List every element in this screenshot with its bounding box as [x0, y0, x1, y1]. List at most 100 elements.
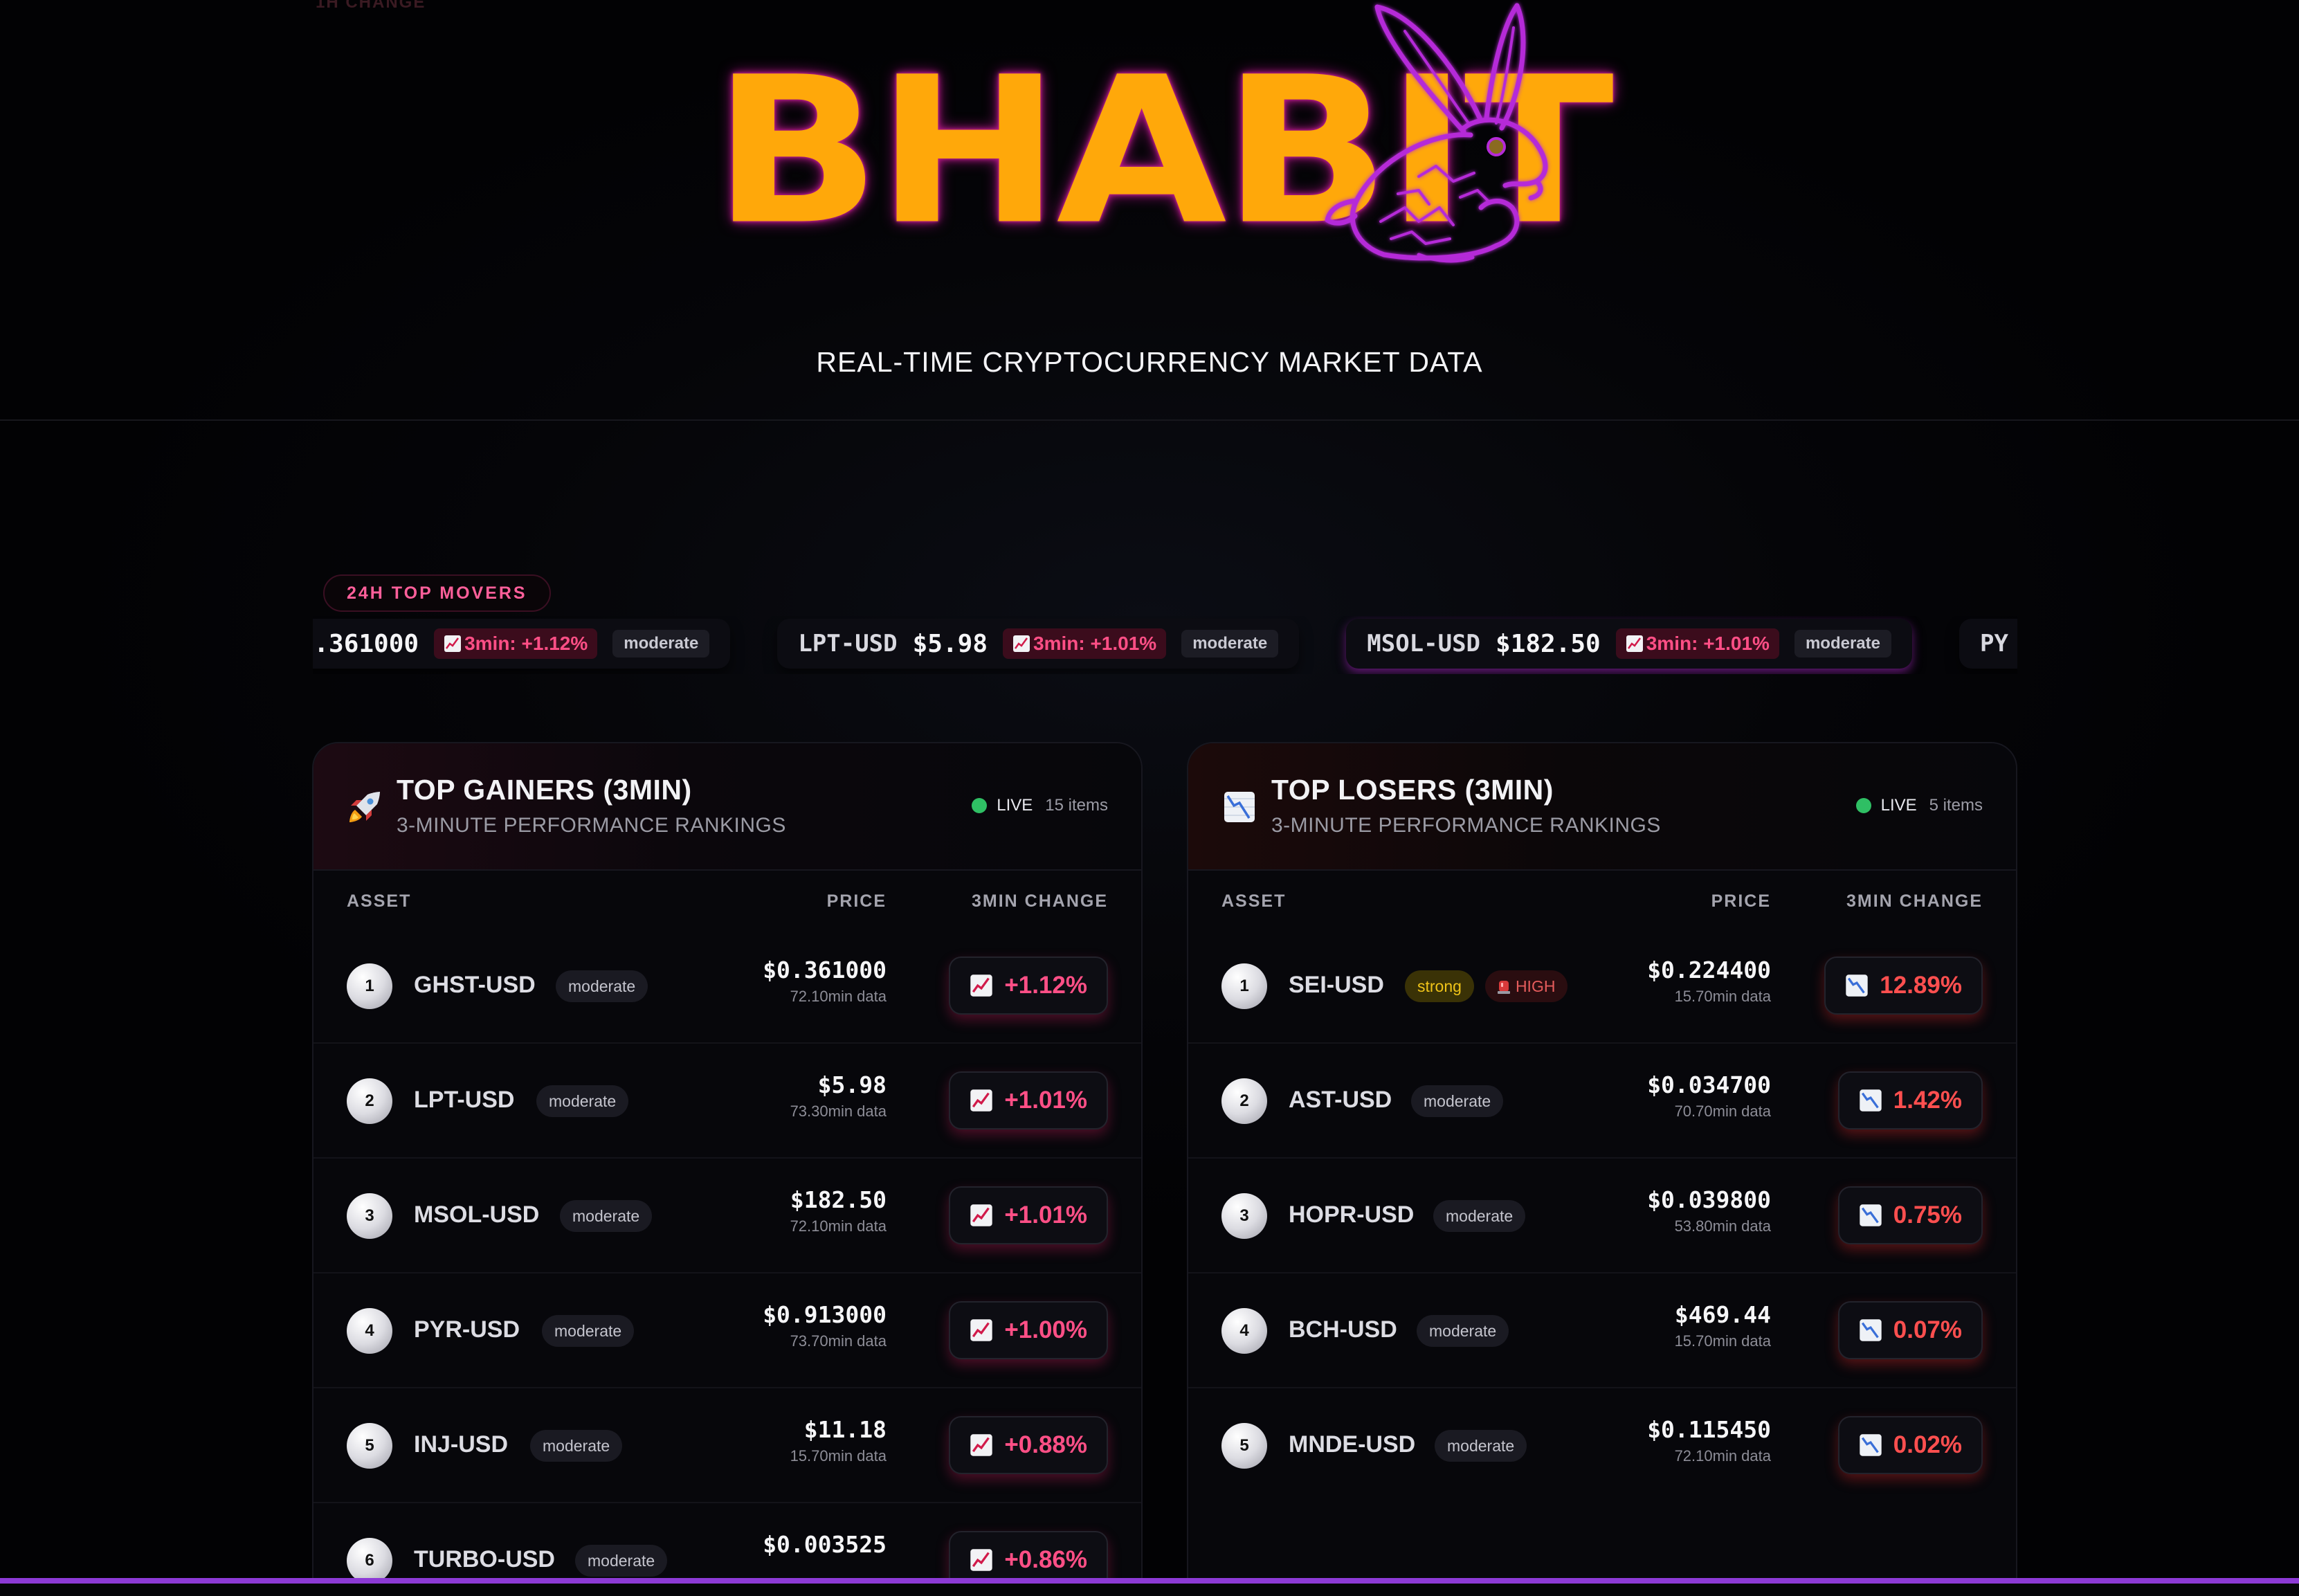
chart-up-icon [970, 1549, 993, 1571]
column-header-asset: ASSET [347, 891, 412, 911]
ticker-card[interactable]: LPT-USD $5.98 3min: +1.01% moderate [777, 619, 1300, 669]
price-block: $0.115450 72.10min data [1647, 1416, 1771, 1465]
chart-up-icon [970, 1204, 993, 1226]
strength-badge: moderate [1435, 1430, 1527, 1462]
strength-badge: moderate [1433, 1200, 1526, 1232]
change-value: +1.01% [1004, 1087, 1087, 1114]
price-value: $0.224400 [1647, 956, 1771, 983]
ticker-badge: moderate [612, 630, 710, 658]
price-value: $182.50 [790, 1186, 887, 1213]
table-row[interactable]: 4 BCH-USD moderate $469.44 15.70min data… [1188, 1273, 2016, 1388]
data-window: 53.80min data [1674, 1217, 1771, 1235]
table-row[interactable]: 2 AST-USD moderate $0.034700 70.70min da… [1188, 1044, 2016, 1159]
table-row[interactable]: 4 PYR-USD moderate $0.913000 73.70min da… [314, 1273, 1141, 1388]
ticker-price: $0.361000 [313, 629, 419, 658]
table-row[interactable]: 1 GHST-USD moderate $0.361000 72.10min d… [314, 929, 1141, 1044]
table-row[interactable]: 2 LPT-USD moderate $5.98 73.30min data +… [314, 1044, 1141, 1159]
price-value: $0.039800 [1647, 1186, 1771, 1213]
badge-group: moderate [560, 1200, 653, 1232]
data-window: 15.70min data [1674, 988, 1771, 1005]
badge-group: moderate [1417, 1315, 1509, 1347]
ticker-price: $5.98 [912, 629, 988, 658]
strength-badge: moderate [1411, 1085, 1504, 1117]
table-row[interactable]: 1 SEI-USD strong HIGH $0.224400 15.70min… [1188, 929, 2016, 1044]
live-dot-icon [1855, 798, 1871, 813]
data-window: 73.70min data [790, 1332, 887, 1350]
change-value: +1.01% [1004, 1201, 1087, 1228]
movers-ticker[interactable]: $0.361000 3min: +1.12% moderate LPT-USD … [313, 616, 2017, 674]
rank-badge: 3 [1221, 1193, 1267, 1239]
ghost-column-label: 1H CHANGE [316, 0, 426, 12]
panel-subtitle: 3-MINUTE PERFORMANCE RANKINGS [1271, 814, 1661, 837]
price-value: $5.98 [817, 1071, 887, 1098]
strength-badge: strong [1405, 970, 1474, 1002]
ticker-track: $0.361000 3min: +1.12% moderate LPT-USD … [313, 619, 2017, 669]
ticker-badge: moderate [1181, 630, 1279, 658]
top-gainers-panel: TOP GAINERS (3MIN) 3-MINUTE PERFORMANCE … [312, 742, 1143, 1596]
panel-subtitle: 3-MINUTE PERFORMANCE RANKINGS [397, 814, 786, 837]
rocket-icon [349, 792, 380, 822]
asset-symbol: PYR-USD [414, 1316, 520, 1343]
ticker-symbol: MSOL-USD [1367, 630, 1481, 658]
live-label: LIVE [997, 796, 1033, 815]
change-value: +0.88% [1004, 1431, 1087, 1458]
column-header-price: PRICE [826, 891, 887, 911]
asset-symbol: GHST-USD [414, 972, 536, 998]
price-value: $0.913000 [763, 1301, 887, 1328]
change-chip: +1.00% [949, 1301, 1108, 1359]
data-window: 15.70min data [1674, 1332, 1771, 1350]
ticker-change-value: 3min: +1.12% [464, 633, 588, 654]
panel-title: TOP GAINERS (3MIN) [397, 774, 692, 806]
price-block: $182.50 72.10min data [790, 1186, 887, 1235]
gainers-table: 1 GHST-USD moderate $0.361000 72.10min d… [314, 929, 1141, 1596]
rank-badge: 5 [1221, 1423, 1267, 1469]
asset-symbol: INJ-USD [414, 1431, 509, 1458]
strength-badge: moderate [542, 1315, 635, 1347]
rank-badge: 4 [1221, 1308, 1267, 1354]
asset-symbol: BCH-USD [1289, 1316, 1397, 1343]
price-block: $0.039800 53.80min data [1647, 1186, 1771, 1235]
badge-group: moderate [530, 1430, 623, 1462]
asset-symbol: MNDE-USD [1289, 1431, 1416, 1458]
strength-badge: moderate [530, 1430, 623, 1462]
strength-badge: moderate [536, 1085, 629, 1117]
ticker-card[interactable]: $0.361000 3min: +1.12% moderate [313, 619, 731, 669]
page: 1H CHANGE BHABIT REAL-TIME CRYPTOCURRENC… [0, 0, 2299, 1596]
logo[interactable]: BHABIT [706, 0, 1614, 270]
chart-up-icon [970, 1434, 993, 1456]
change-chip: 0.02% [1837, 1416, 1983, 1474]
chart-up-icon [1626, 635, 1643, 652]
table-row[interactable]: 3 MSOL-USD moderate $182.50 72.10min dat… [314, 1159, 1141, 1273]
asset-symbol: HOPR-USD [1289, 1201, 1415, 1228]
price-value: $0.361000 [763, 956, 887, 983]
panel-title: TOP LOSERS (3MIN) [1271, 774, 1554, 806]
badge-group: moderate [1435, 1430, 1527, 1462]
ticker-change: 3min: +1.12% [434, 628, 598, 659]
table-row[interactable]: 5 MNDE-USD moderate $0.115450 72.10min d… [1188, 1388, 2016, 1503]
live-dot-icon [972, 798, 988, 813]
ticker-symbol: PY [1979, 630, 2008, 658]
ticker-card[interactable]: MSOL-USD $182.50 3min: +1.01% moderate [1346, 619, 1912, 669]
asset-symbol: TURBO-USD [414, 1546, 555, 1572]
column-header-asset: ASSET [1221, 891, 1287, 911]
badge-group: moderate [1433, 1200, 1526, 1232]
ticker-change-value: 3min: +1.01% [1646, 633, 1770, 654]
rank-badge: 2 [1221, 1078, 1267, 1124]
price-block: $5.98 73.30min data [790, 1071, 887, 1121]
badge-group: moderate [556, 970, 648, 1002]
asset-symbol: LPT-USD [414, 1087, 515, 1113]
price-value: $11.18 [803, 1416, 887, 1443]
chart-up-icon [970, 1089, 993, 1112]
price-block: $0.224400 15.70min data [1647, 956, 1771, 1006]
change-chip: 0.75% [1837, 1186, 1983, 1244]
data-window: 15.70min data [790, 1447, 887, 1464]
ticker-price: $182.50 [1496, 629, 1601, 658]
asset-symbol: AST-USD [1289, 1087, 1392, 1113]
table-row[interactable]: 3 HOPR-USD moderate $0.039800 53.80min d… [1188, 1159, 2016, 1273]
losers-table: 1 SEI-USD strong HIGH $0.224400 15.70min… [1188, 929, 2016, 1503]
live-indicator: LIVE 5 items [1855, 796, 1983, 815]
table-row[interactable]: 5 INJ-USD moderate $11.18 15.70min data … [314, 1388, 1141, 1503]
volatility-badge: HIGH [1484, 970, 1568, 1002]
ticker-card[interactable]: PY [1959, 619, 2017, 669]
rank-badge: 4 [347, 1308, 392, 1354]
